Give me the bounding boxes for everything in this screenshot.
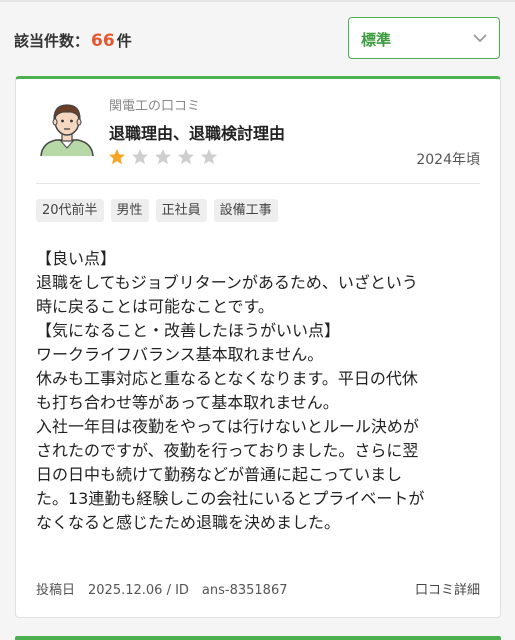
review-line: も打ち合わせ等があって基本取れません。 xyxy=(36,393,339,412)
card-divider xyxy=(36,183,480,184)
star-empty-icon xyxy=(131,148,149,166)
results-header: 該当件数： 66 件 標準 xyxy=(0,0,515,72)
review-line: た。13連勤も経験しこの会社にいるとプライベートが xyxy=(36,489,425,508)
review-line: されたのですが、夜勤を行っておりました。さらに翌 xyxy=(36,441,419,460)
review-card: 関電工の口コミ 退職理由、退職検討理由 2024年頃 20代前半 男性 正社員 … xyxy=(15,76,501,618)
review-title: 退職理由、退職検討理由 xyxy=(109,124,286,143)
review-line: 日の日中も続けて勤務などが普通に起こっていまし xyxy=(36,465,403,484)
review-body: 【良い点】 退職をしてもジョブリターンがあるため、いざという 時に戻ることは可能… xyxy=(36,247,490,535)
star-empty-icon xyxy=(200,148,218,166)
review-source: 関電工の口コミ xyxy=(109,99,201,114)
result-count-unit: 件 xyxy=(116,32,132,50)
tag-employment: 正社員 xyxy=(155,199,207,222)
review-line: 入社一年目は夜勤をやっては行けないとルール決めが xyxy=(36,417,419,436)
tag-gender: 男性 xyxy=(110,199,149,222)
review-period: 2024年頃 xyxy=(416,152,480,168)
review-line: 【良い点】 xyxy=(36,249,117,268)
post-info: 投稿日 2025.12.06 / ID ans-8351867 xyxy=(36,583,288,598)
review-line: 【気になること・改善したほうがいい点】 xyxy=(36,321,341,340)
review-line: 休みも工事対応と重なるとなくなります。平日の代休 xyxy=(36,369,418,388)
review-line: ワークライフバランス基本取れません。 xyxy=(36,345,324,364)
review-line: 時に戻ることは可能なことです。 xyxy=(36,297,274,316)
next-card-edge xyxy=(15,636,501,640)
result-count-number: 66 xyxy=(91,31,115,51)
star-filled-icon xyxy=(108,148,126,166)
star-empty-icon xyxy=(177,148,195,166)
result-count: 該当件数： 66 件 xyxy=(14,30,132,51)
star-rating xyxy=(108,148,218,166)
review-detail-link[interactable]: 口コミ詳細 xyxy=(415,579,480,598)
top-divider xyxy=(0,0,515,2)
sort-selected-value: 標準 xyxy=(361,31,392,49)
result-count-label: 該当件数： xyxy=(14,32,90,50)
chevron-down-icon xyxy=(472,30,488,50)
tag-job: 設備工事 xyxy=(213,199,278,222)
avatar-icon xyxy=(38,99,96,157)
sort-select[interactable]: 標準 xyxy=(348,17,500,59)
review-line: 退職をしてもジョブリターンがあるため、いざという xyxy=(36,273,418,292)
star-empty-icon xyxy=(154,148,172,166)
tag-age: 20代前半 xyxy=(36,199,104,222)
tag-list: 20代前半 男性 正社員 設備工事 xyxy=(36,199,278,222)
review-line: なくなると感じたため退職を決めました。 xyxy=(36,513,341,532)
